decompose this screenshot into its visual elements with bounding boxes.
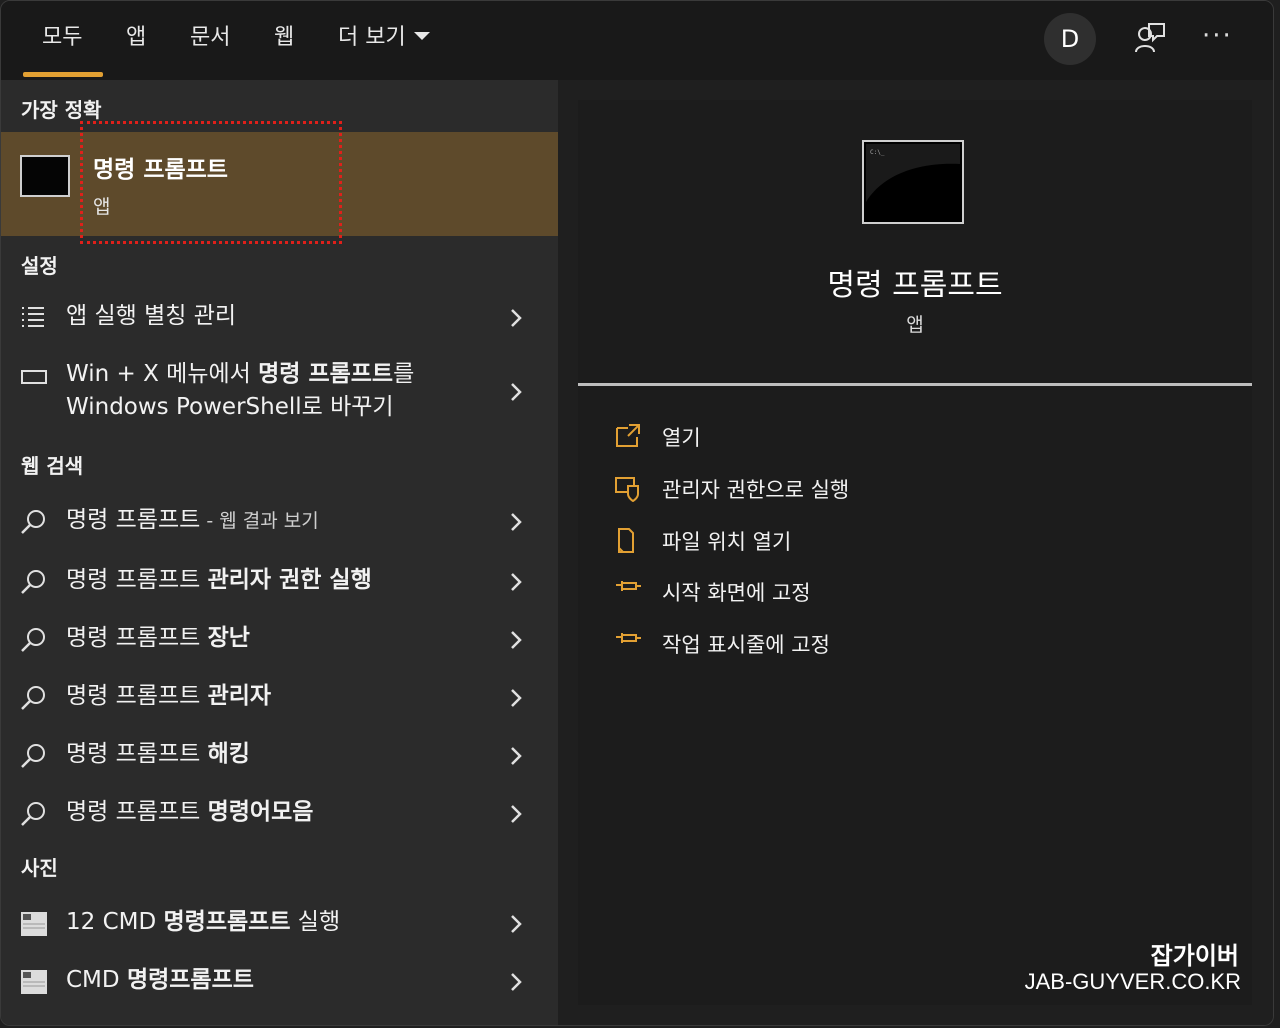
action-item[interactable]: 파일 위치 열기 [614, 522, 1114, 558]
active-tab-indicator [23, 72, 103, 77]
action-label: 관리자 권한으로 실행 [662, 478, 850, 502]
tab-documents[interactable]: 문서 [190, 19, 230, 51]
web-search-item[interactable]: 명령 프롬프트 관리자 권한 실행 [1, 564, 558, 600]
list-settings-icon [22, 307, 44, 327]
action-item[interactable]: 관리자 권한으로 실행 [614, 470, 1114, 506]
app-subtitle: 앱 [906, 314, 924, 336]
photo-item[interactable]: CMD 명령프롬프트 [1, 964, 558, 1000]
web-search-item[interactable]: 명령 프롬프트 - 웹 결과 보기 [1, 504, 558, 540]
app-detail-card: C:\_ 명령 프롬프트 앱 열기관리자 권한으로 실행파일 위치 열기시작 화… [578, 100, 1252, 1005]
action-item[interactable]: 작업 표시줄에 고정 [614, 625, 1114, 661]
action-label: 시작 화면에 고정 [662, 581, 811, 605]
chevron-right-icon [511, 915, 522, 933]
command-prompt-icon [20, 155, 70, 197]
web-search-item[interactable]: 명령 프롬프트 관리자 [1, 680, 558, 716]
tab-more[interactable]: 더 보기 [338, 19, 430, 51]
tab-all[interactable]: 모두 [42, 19, 82, 51]
command-prompt-icon: C:\_ [862, 140, 964, 224]
keyboard-icon [21, 370, 47, 384]
section-web-search: 웹 검색 [21, 454, 84, 478]
watermark-url: JAB-GUYVER.CO.KR [1024, 969, 1241, 994]
image-icon [21, 912, 47, 936]
web-search-label: 명령 프롬프트 - 웹 결과 보기 [66, 507, 319, 533]
search-icon [21, 802, 45, 826]
section-best-match: 가장 정확 [21, 98, 102, 122]
chevron-right-icon [511, 513, 522, 531]
chevron-right-icon [511, 631, 522, 649]
web-search-item[interactable]: 명령 프롬프트 명령어모음 [1, 796, 558, 832]
web-search-label: 명령 프롬프트 해킹 [66, 741, 250, 767]
web-search-label: 명령 프롬프트 장난 [66, 625, 250, 651]
settings-item-winx-menu[interactable]: Win + X 메뉴에서 명령 프롬프트를 Windows PowerShell… [1, 358, 558, 426]
divider [578, 383, 1252, 386]
open-icon [616, 424, 640, 447]
search-window: 모두 앱 문서 웹 더 보기 D ··· 가장 정확 명령 프롬프트 앱 설정 [0, 0, 1274, 1026]
svg-text:C:\_: C:\_ [870, 149, 885, 156]
search-icon [21, 510, 45, 534]
results-pane: 가장 정확 명령 프롬프트 앱 설정 앱 실행 별칭 관리 Win + X 메뉴… [1, 80, 558, 1025]
section-settings: 설정 [21, 254, 58, 278]
highlight-box [80, 121, 342, 244]
chevron-right-icon [511, 689, 522, 707]
action-label: 작업 표시줄에 고정 [662, 633, 830, 657]
search-icon [21, 570, 45, 594]
chevron-right-icon [511, 805, 522, 823]
chevron-right-icon [511, 573, 522, 591]
watermark-title: 잡가이버 [1150, 942, 1239, 970]
feedback-icon[interactable] [1133, 21, 1167, 55]
web-search-label: 명령 프롬프트 관리자 권한 실행 [66, 567, 372, 593]
web-search-label: 명령 프롬프트 명령어모음 [66, 799, 314, 825]
image-icon [21, 970, 47, 994]
search-icon [21, 686, 45, 710]
photo-label: CMD 명령프롬프트 [66, 967, 254, 993]
settings-item-label: 앱 실행 별칭 관리 [66, 303, 237, 329]
chevron-right-icon [511, 973, 522, 991]
avatar[interactable]: D [1044, 13, 1096, 65]
search-tabs-bar: 모두 앱 문서 웹 더 보기 D ··· [1, 1, 1273, 80]
action-label: 파일 위치 열기 [662, 530, 792, 554]
detail-pane: C:\_ 명령 프롬프트 앱 열기관리자 권한으로 실행파일 위치 열기시작 화… [558, 80, 1273, 1025]
action-label: 열기 [662, 426, 701, 450]
settings-item-app-alias[interactable]: 앱 실행 별칭 관리 [1, 300, 558, 336]
search-icon [21, 744, 45, 768]
web-search-label: 명령 프롬프트 관리자 [66, 683, 272, 709]
section-photos: 사진 [21, 856, 58, 880]
chevron-right-icon [511, 747, 522, 765]
shield-icon [615, 477, 639, 502]
tab-more-label: 더 보기 [338, 25, 406, 50]
settings-item-line1: Win + X 메뉴에서 명령 프롬프트를 [66, 361, 415, 387]
chevron-right-icon [511, 383, 522, 401]
tab-web[interactable]: 웹 [274, 19, 294, 51]
web-search-item[interactable]: 명령 프롬프트 해킹 [1, 738, 558, 774]
action-item[interactable]: 열기 [614, 418, 1114, 454]
photo-item[interactable]: 12 CMD 명령프롬프트 실행 [1, 906, 558, 942]
tab-apps[interactable]: 앱 [126, 19, 146, 51]
pin-icon [616, 581, 641, 591]
web-search-item[interactable]: 명령 프롬프트 장난 [1, 622, 558, 658]
pin-icon [616, 633, 641, 643]
more-options-icon[interactable]: ··· [1202, 21, 1233, 51]
app-title: 명령 프롬프트 [827, 268, 1003, 303]
photo-label: 12 CMD 명령프롬프트 실행 [66, 909, 341, 935]
console-glare-icon: C:\_ [866, 144, 960, 202]
chevron-right-icon [511, 309, 522, 327]
action-item[interactable]: 시작 화면에 고정 [614, 573, 1114, 609]
settings-item-line2: Windows PowerShell로 바꾸기 [66, 394, 394, 420]
search-icon [21, 628, 45, 652]
chevron-down-icon [413, 32, 430, 40]
file-location-icon [618, 528, 634, 553]
